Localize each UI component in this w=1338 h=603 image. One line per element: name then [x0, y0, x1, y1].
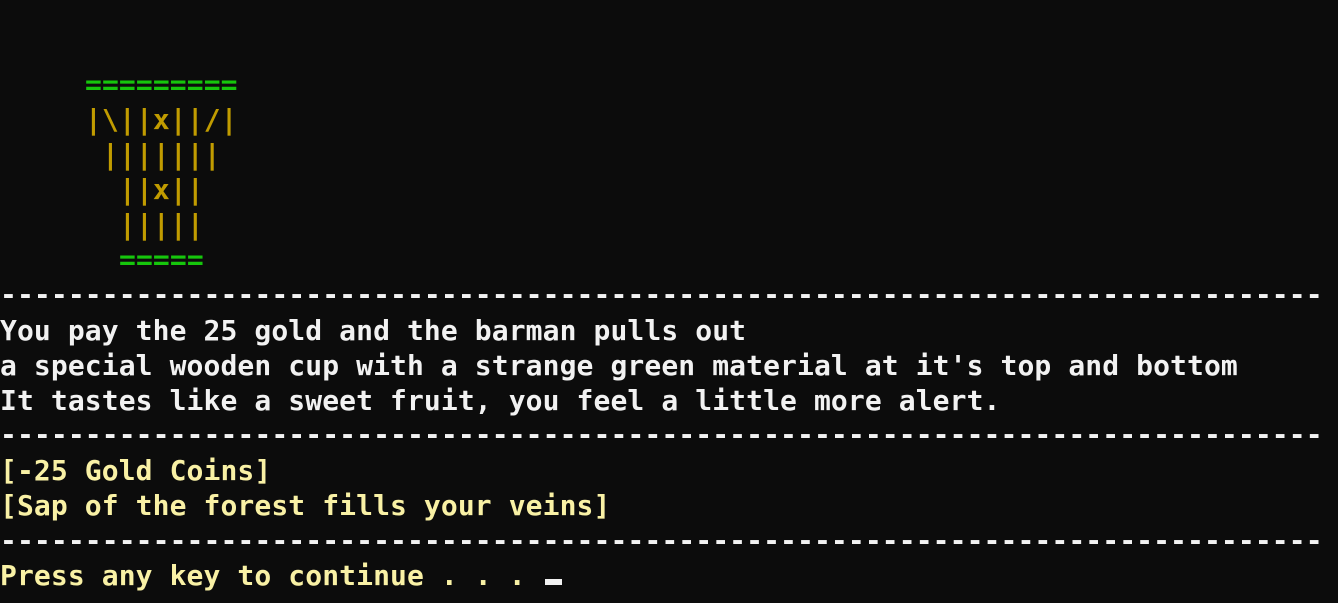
narration-line: a special wooden cup with a strange gree… — [0, 349, 1238, 382]
effect-buff: [Sap of the forest fills your veins] — [0, 489, 611, 522]
cup-art-row-4: ||||| — [119, 208, 204, 241]
narration-line: You pay the 25 gold and the barman pulls… — [0, 314, 747, 347]
continue-prompt[interactable]: Press any key to continue . . . — [0, 558, 562, 593]
effect-gold-cost: [-25 Gold Coins] — [0, 454, 272, 487]
separator-line: ----------------------------------------… — [0, 418, 1323, 451]
text-cursor — [544, 579, 562, 585]
continue-prompt-text: Press any key to continue . . . — [0, 559, 543, 592]
terminal-window: ========= |\||x||/| ||||||| ||x|| ||||| … — [0, 0, 1338, 603]
separator-line: ----------------------------------------… — [0, 524, 1323, 557]
cup-art-row-1: |\||x||/| — [85, 103, 238, 136]
separator-line: ----------------------------------------… — [0, 278, 1323, 311]
cup-art-row-2: ||||||| — [102, 138, 221, 171]
narration-line: It tastes like a sweet fruit, you feel a… — [0, 384, 1001, 417]
cup-top-rim: ========= — [85, 68, 238, 101]
cup-art-row-3: ||x|| — [119, 173, 204, 206]
cup-bottom-rim: ===== — [119, 243, 204, 276]
